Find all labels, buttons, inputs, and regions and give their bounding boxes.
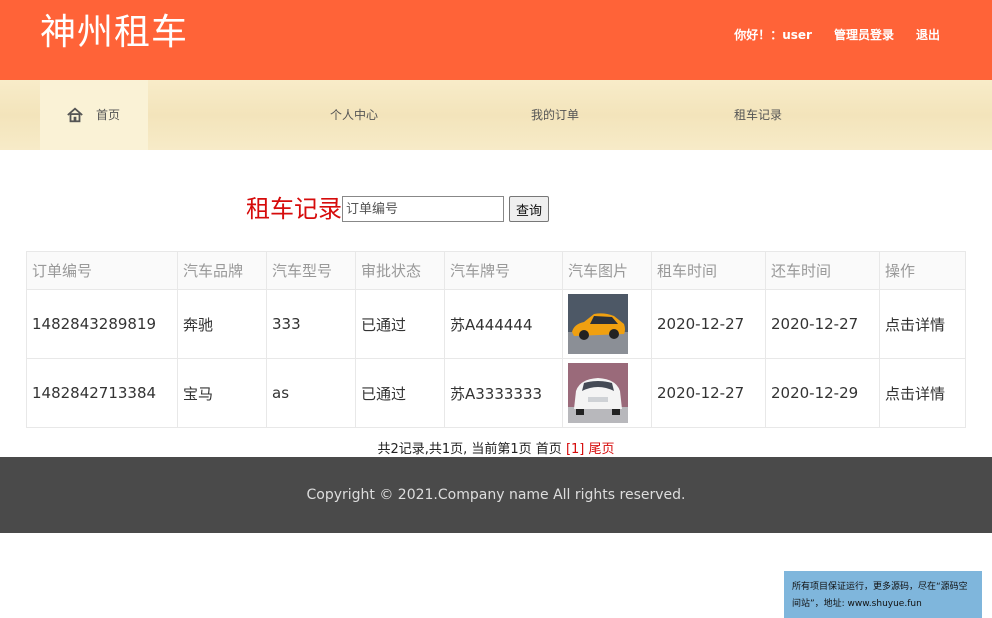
approval-status-cell: 已通过 [355, 289, 445, 359]
rental-records-table: 订单编号 汽车品牌 汽车型号 审批状态 汽车牌号 汽车图片 租车时间 还车时间 … [26, 251, 966, 428]
plate-number-cell: 苏A3333333 [444, 358, 563, 428]
car-image-white [568, 363, 628, 423]
car-model-cell: 333 [266, 289, 356, 359]
car-brand-cell: 宝马 [177, 358, 267, 428]
user-greeting: 你好！：user [734, 28, 812, 42]
pagination-last-page[interactable]: 尾页 [589, 442, 615, 457]
pagination: 共2记录,共1页, 当前第1页 首页 [1] 尾页 [0, 438, 992, 457]
car-brand-cell: 奔驰 [177, 289, 267, 359]
details-link[interactable]: 点击详情 [879, 289, 966, 359]
column-header: 汽车图片 [562, 251, 652, 290]
order-number-search-input[interactable] [342, 196, 504, 222]
table-header-row: 订单编号 汽车品牌 汽车型号 审批状态 汽车牌号 汽车图片 租车时间 还车时间 … [26, 251, 966, 290]
pagination-summary: 共2记录,共1页, 当前第1页 首页 [377, 442, 562, 457]
car-image-cell [562, 289, 652, 359]
admin-login-link[interactable]: 管理员登录 [834, 27, 894, 43]
site-logo[interactable]: 神州租车 [40, 10, 188, 56]
table-row: 1482842713384 宝马 as 已通过 苏A3333333 2020-1… [26, 358, 966, 428]
column-header: 操作 [879, 251, 966, 290]
car-image-cell [562, 358, 652, 428]
main-nav: 首页 个人中心 我的订单 租车记录 [0, 80, 992, 150]
site-header: 神州租车 你好！：user 管理员登录 退出 [0, 0, 992, 80]
pagination-current-page[interactable]: [1] [566, 442, 584, 457]
car-image-yellow [568, 294, 628, 354]
nav-item-home[interactable]: 首页 [40, 80, 148, 150]
order-number-cell: 1482843289819 [26, 289, 178, 359]
column-header: 汽车品牌 [177, 251, 267, 290]
order-number-cell: 1482842713384 [26, 358, 178, 428]
approval-status-cell: 已通过 [355, 358, 445, 428]
rent-date-cell: 2020-12-27 [651, 358, 766, 428]
nav-item-rental-records[interactable]: 租车记录 [734, 80, 782, 150]
nav-item-personal-center[interactable]: 个人中心 [330, 80, 378, 150]
source-notice: 所有项目保证运行，更多源码，尽在“源码空间站”，地址: www.shuyue.f… [784, 571, 982, 618]
rent-date-cell: 2020-12-27 [651, 289, 766, 359]
nav-item-my-orders[interactable]: 我的订单 [531, 80, 579, 150]
home-icon [67, 107, 83, 123]
header-links: 你好！：user 管理员登录 退出 [734, 27, 940, 43]
column-header: 租车时间 [651, 251, 766, 290]
column-header: 汽车牌号 [444, 251, 563, 290]
details-link[interactable]: 点击详情 [879, 358, 966, 428]
table-row: 1482843289819 奔驰 333 已通过 苏A444444 2020-1… [26, 289, 966, 359]
copyright-text: Copyright © 2021.Company name All rights… [306, 487, 686, 503]
return-date-cell: 2020-12-27 [765, 289, 880, 359]
column-header: 还车时间 [765, 251, 880, 290]
car-model-cell: as [266, 358, 356, 428]
column-header: 汽车型号 [266, 251, 356, 290]
page-title: 租车记录 [246, 195, 342, 223]
column-header: 订单编号 [26, 251, 178, 290]
nav-item-home-label: 首页 [96, 108, 121, 122]
plate-number-cell: 苏A444444 [444, 289, 563, 359]
search-bar: 租车记录 查询 [246, 193, 550, 225]
site-footer: Copyright © 2021.Company name All rights… [0, 457, 992, 533]
search-button[interactable]: 查询 [509, 196, 550, 222]
logout-link[interactable]: 退出 [916, 27, 940, 43]
column-header: 审批状态 [355, 251, 445, 290]
return-date-cell: 2020-12-29 [765, 358, 880, 428]
